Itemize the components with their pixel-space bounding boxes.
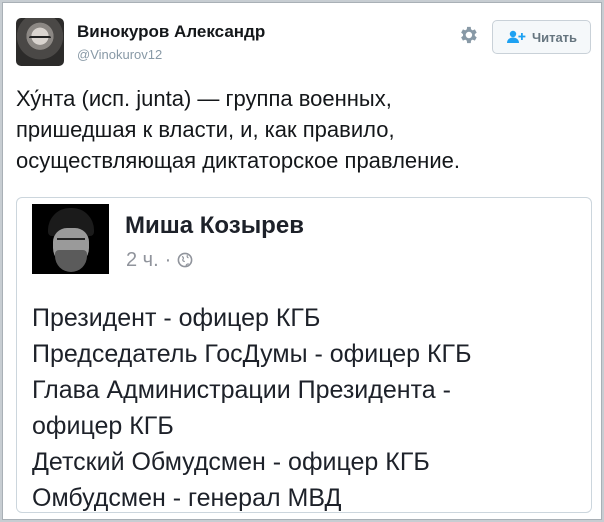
post-line: Глава Администрации Президента -: [32, 376, 451, 404]
tweet-text: Ху́нта (исп. junta) — группа военных, пр…: [16, 86, 460, 173]
embedded-post-time[interactable]: 2 ч.: [126, 249, 159, 272]
meta-separator: ·: [164, 248, 172, 271]
user-handle[interactable]: @Vinokurov12: [77, 47, 162, 62]
embedded-post[interactable]: Миша Козырев 2 ч. · Президент - офицер К…: [16, 197, 592, 513]
add-user-icon: [506, 30, 526, 43]
avatar-glasses: [57, 238, 85, 244]
globe-icon: [177, 252, 193, 268]
embedded-author-avatar[interactable]: [32, 204, 109, 274]
follow-label: Читать: [531, 29, 578, 45]
embedded-post-meta: 2 ч. ·: [126, 248, 193, 272]
post-line: Председатель ГосДумы - офицер КГБ: [32, 340, 472, 368]
embedded-post-body: Президент - офицер КГБ Председатель ГосД…: [32, 300, 582, 512]
post-line: Президент - офицер КГБ: [32, 304, 321, 332]
user-avatar[interactable]: [16, 18, 64, 66]
post-line: Детский Обмудсмен - офицер КГБ: [32, 448, 430, 476]
embedded-author-name[interactable]: Миша Козырев: [125, 212, 304, 240]
tweet-card: Винокуров Александр @Vinokurov12 Читать …: [2, 2, 602, 520]
post-line: Омбудсмен - генерал МВД: [32, 484, 342, 512]
follow-button[interactable]: Читать: [492, 20, 591, 54]
tweet-header: Винокуров Александр @Vinokurov12 Читать: [16, 18, 591, 66]
user-name[interactable]: Винокуров Александр: [77, 22, 265, 42]
avatar-beard: [55, 250, 87, 272]
gear-icon[interactable]: [457, 24, 479, 46]
post-line: офицер КГБ: [32, 412, 174, 440]
avatar-glasses: [29, 36, 51, 42]
